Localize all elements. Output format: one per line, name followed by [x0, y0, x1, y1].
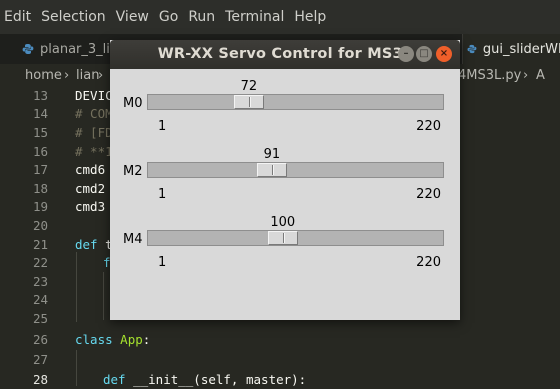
code-text: cmd6: [75, 162, 106, 178]
menubar: Edit Selection View Go Run Terminal Help: [0, 0, 560, 34]
slider-m4: 100 M4 1 220: [110, 215, 460, 285]
slider-handle[interactable]: [233, 95, 264, 109]
slider-max-label: 220: [416, 119, 441, 134]
line-number: 17: [32, 162, 48, 178]
slider-trough[interactable]: [147, 162, 444, 178]
slider-m2: 91 M2 1 220: [110, 147, 460, 217]
code-comment: # COM: [75, 106, 113, 122]
line-number: 21: [32, 236, 48, 252]
code-text: DEVIC: [75, 87, 113, 103]
breadcrumb-file[interactable]: 4MS3L.py: [458, 68, 521, 83]
python-file-icon: [467, 44, 477, 54]
breadcrumb-home[interactable]: home: [25, 68, 62, 83]
tab-gui-slider[interactable]: gui_sliderWR: [462, 34, 560, 64]
line-number: 28: [32, 371, 48, 387]
slider-label: M4: [123, 232, 143, 247]
slider-max-label: 220: [416, 187, 441, 202]
code-comment: # **1: [75, 143, 113, 159]
indent-guide: [76, 252, 77, 322]
slider-trough[interactable]: [147, 94, 444, 110]
slider-value: 100: [270, 215, 296, 230]
code-text: cmd3: [75, 199, 106, 215]
maximize-button[interactable]: □: [416, 46, 432, 62]
maximize-icon: □: [419, 48, 429, 59]
menu-terminal[interactable]: Terminal: [221, 9, 290, 25]
slider-label: M2: [123, 164, 143, 179]
line-number: 22: [32, 255, 48, 271]
slider-min-label: 1: [158, 119, 167, 134]
code-line: 27: [0, 350, 560, 369]
slider-max-label: 220: [416, 255, 441, 270]
menu-run[interactable]: Run: [184, 9, 221, 25]
slider-label: M0: [123, 96, 143, 111]
breadcrumb-symbol[interactable]: A: [536, 68, 545, 83]
code-keyword: def: [75, 236, 98, 252]
code-keyword: def: [103, 371, 126, 387]
code-text: __init__(self, master):: [125, 371, 307, 387]
python-file-icon: [22, 44, 34, 54]
servo-control-window: WR-XX Servo Control for MS3L – □ × 72 M0…: [110, 40, 460, 320]
breadcrumb-user[interactable]: lian: [76, 68, 99, 83]
line-number: 23: [32, 273, 48, 289]
slider-m0: 72 M0 1 220: [110, 79, 460, 149]
line-number: 26: [32, 331, 48, 347]
line-number: 19: [32, 199, 48, 215]
line-number: 13: [32, 87, 48, 103]
line-number: 20: [32, 217, 48, 233]
line-number: 27: [32, 351, 48, 367]
slider-min-label: 1: [158, 255, 167, 270]
menu-help[interactable]: Help: [290, 9, 332, 25]
indent-guide: [103, 272, 104, 320]
slider-value: 91: [263, 147, 281, 162]
line-number: 25: [32, 310, 48, 326]
close-icon: ×: [439, 48, 449, 59]
close-button[interactable]: ×: [436, 46, 452, 62]
line-number: 16: [32, 143, 48, 159]
minimize-icon: –: [403, 48, 409, 59]
menu-view[interactable]: View: [112, 9, 155, 25]
indent-guide: [76, 350, 77, 386]
code-text: :: [142, 331, 151, 347]
slider-handle[interactable]: [267, 231, 298, 245]
code-comment: # [FD: [75, 124, 113, 140]
menu-go[interactable]: Go: [155, 9, 184, 25]
tab-gui-slider-label: gui_sliderWR: [482, 41, 560, 57]
breadcrumb-separator: ›: [523, 68, 529, 83]
line-number: 24: [32, 292, 48, 308]
slider-value: 72: [240, 79, 258, 94]
tab-planar[interactable]: planar_3_lin: [22, 34, 118, 64]
menu-selection[interactable]: Selection: [37, 9, 112, 25]
slider-min-label: 1: [158, 187, 167, 202]
code-text: cmd2: [75, 180, 106, 196]
code-keyword: class: [75, 331, 113, 347]
line-number: 15: [32, 124, 48, 140]
breadcrumb-separator: ›: [64, 68, 70, 83]
minimize-button[interactable]: –: [398, 46, 414, 62]
slider-handle[interactable]: [256, 163, 287, 177]
menu-edit[interactable]: Edit: [0, 9, 37, 25]
tab-planar-label: planar_3_lin: [40, 41, 119, 57]
line-number: 18: [32, 180, 48, 196]
code-line: 26 class App:: [0, 330, 560, 349]
breadcrumb-separator: ›: [98, 68, 104, 83]
code-class-name: App: [120, 331, 143, 347]
slider-trough[interactable]: [147, 230, 444, 246]
line-number: 14: [32, 106, 48, 122]
window-titlebar[interactable]: WR-XX Servo Control for MS3L – □ ×: [110, 40, 460, 69]
